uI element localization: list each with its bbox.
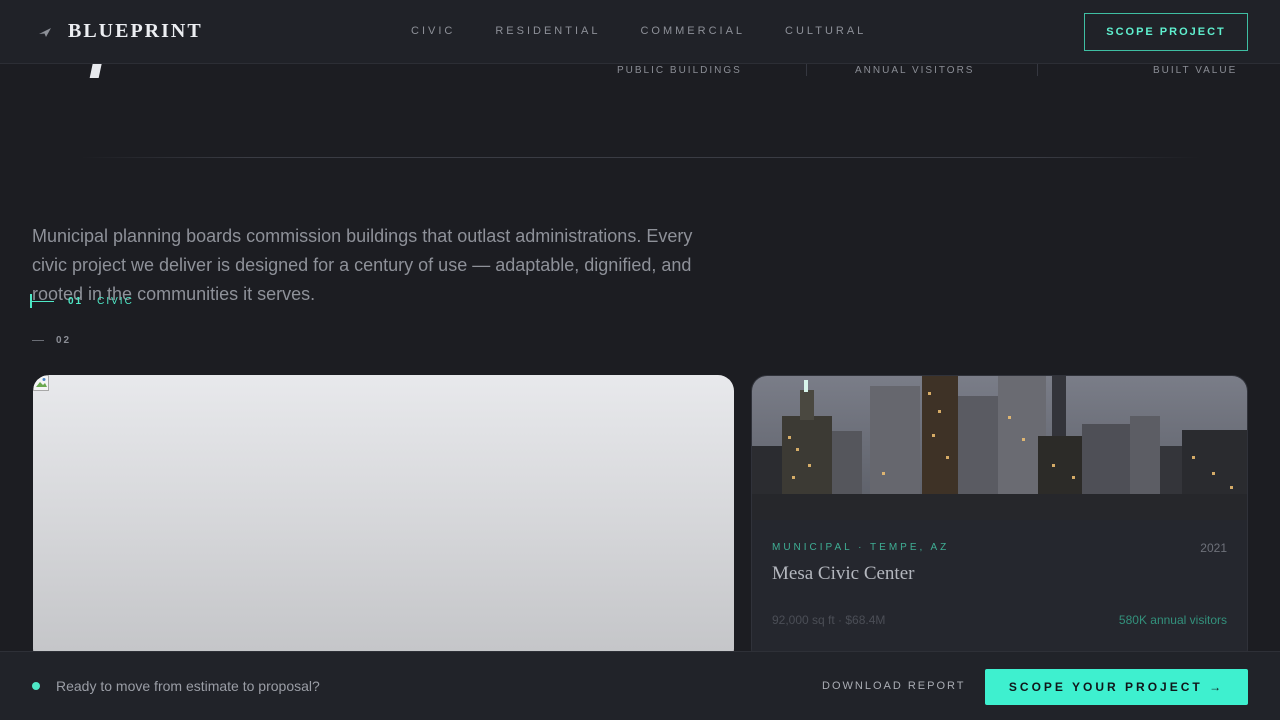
- stats-row: PUBLIC BUILDINGS ANNUAL VISITORS BUILT V…: [0, 65, 1280, 79]
- stat-label-built-value: BUILT VALUE: [1153, 65, 1238, 76]
- project-visitors: 580K annual visitors: [1118, 613, 1227, 627]
- section-number: 01: [68, 295, 84, 307]
- status-dot-icon: [32, 682, 40, 690]
- scope-your-project-button[interactable]: SCOPE YOUR PROJECT →: [985, 669, 1248, 705]
- project-category-location: MUNICIPAL · TEMPE, AZ: [772, 542, 950, 553]
- download-report-link[interactable]: DOWNLOAD REPORT: [822, 680, 965, 692]
- project-card-mesa-civic-center[interactable]: MUNICIPAL · TEMPE, AZ 2021 Mesa Civic Ce…: [751, 375, 1248, 665]
- stat-label-annual-visitors: ANNUAL VISITORS: [855, 65, 975, 76]
- project-title: Mesa Civic Center: [772, 563, 915, 584]
- section-indicator-civic[interactable]: 01 CIVIC: [30, 294, 134, 308]
- brand-name: BLUEPRINT: [68, 20, 203, 42]
- section-number: 02: [56, 335, 72, 346]
- site-header: BLUEPRINT CIVIC RESIDENTIAL COMMERCIAL C…: [0, 0, 1280, 64]
- brand[interactable]: BLUEPRINT: [38, 20, 203, 43]
- nav-item-cultural[interactable]: CULTURAL: [785, 25, 866, 37]
- sticky-cta-bar: Ready to move from estimate to proposal?…: [0, 651, 1280, 720]
- project-year: 2021: [1200, 541, 1227, 555]
- indicator-dash: [32, 300, 54, 302]
- indicator-dash: [32, 340, 44, 341]
- section-label: CIVIC: [97, 295, 134, 307]
- broken-image-icon: [33, 375, 49, 391]
- section-divider: [80, 157, 1200, 158]
- paper-plane-icon: [39, 27, 51, 37]
- city-skyline-photo: [752, 376, 1247, 520]
- section-indicator-02[interactable]: 02: [32, 335, 71, 346]
- nav-item-residential[interactable]: RESIDENTIAL: [495, 25, 600, 37]
- scope-project-button[interactable]: SCOPE PROJECT: [1084, 13, 1248, 51]
- project-specs: 92,000 sq ft · $68.4M: [772, 613, 886, 627]
- nav-item-civic[interactable]: CIVIC: [411, 25, 455, 37]
- intro-paragraph: Municipal planning boards commission bui…: [32, 226, 693, 304]
- stat-label-public-buildings: PUBLIC BUILDINGS: [617, 65, 742, 76]
- main-nav: CIVIC RESIDENTIAL COMMERCIAL CULTURAL: [411, 25, 906, 37]
- stat-divider: [1037, 64, 1038, 76]
- stat-divider: [806, 64, 807, 76]
- cta-prompt: Ready to move from estimate to proposal?: [56, 678, 320, 694]
- featured-project-card[interactable]: [33, 375, 734, 665]
- nav-item-commercial[interactable]: COMMERCIAL: [640, 25, 745, 37]
